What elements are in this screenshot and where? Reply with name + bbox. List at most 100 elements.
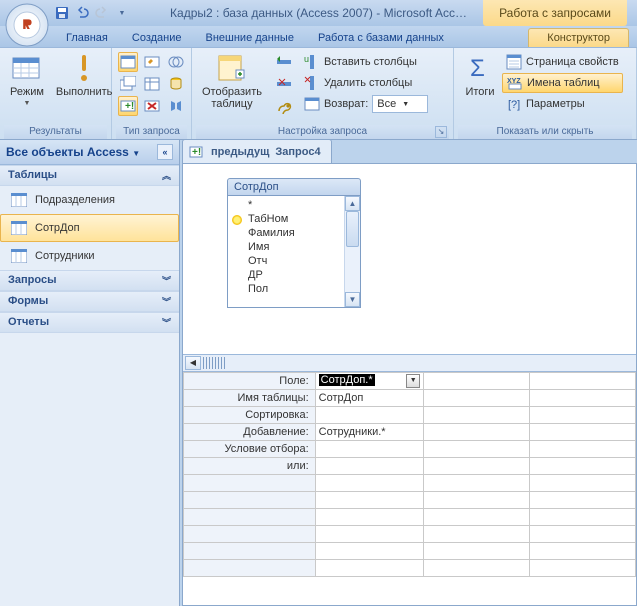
tab-design[interactable]: Конструктор [528, 28, 629, 47]
qbe-cell[interactable] [530, 424, 636, 441]
qbe-cell[interactable] [424, 424, 530, 441]
field-item[interactable]: Имя [228, 240, 344, 254]
nav-header[interactable]: Все объекты Access ▼ « [0, 140, 179, 165]
return-combo[interactable]: Все▼ [372, 95, 428, 113]
office-button[interactable] [4, 2, 50, 48]
delete-rows-icon[interactable] [274, 74, 294, 94]
delete-columns-button[interactable]: Удалить столбцы [300, 73, 432, 93]
fieldlist-title[interactable]: СотрДоп [227, 178, 361, 196]
svg-text:[?]: [?] [508, 99, 520, 111]
qbe-cell[interactable] [530, 441, 636, 458]
qbe-label-field: Поле: [184, 373, 316, 390]
ribbon-group-querytype: +! Тип запроса [112, 48, 192, 139]
qbe-cell[interactable] [530, 407, 636, 424]
field-item[interactable]: ТабНом [228, 212, 344, 226]
splitter-grip-icon[interactable] [203, 357, 225, 369]
qbe-cell[interactable] [315, 458, 424, 475]
nav-table-podrazdeleniya[interactable]: Подразделения [0, 186, 179, 214]
table-names-button[interactable]: XYZ Имена таблиц [502, 73, 623, 93]
return-icon [304, 96, 320, 112]
qbe-label-sort: Сортировка: [184, 407, 316, 424]
return-label: Возврат: [324, 98, 368, 110]
insert-rows-icon[interactable] [274, 52, 294, 72]
qbe-cell[interactable] [530, 373, 636, 390]
field-item[interactable]: Отч [228, 254, 344, 268]
scroll-up-icon[interactable]: ▲ [345, 196, 360, 211]
design-surface[interactable]: СотрДоп * ТабНом Фамилия Имя Отч ДР Пол … [182, 163, 637, 606]
qbe-cell[interactable] [424, 373, 530, 390]
insert-columns-button[interactable]: u Вставить столбцы [300, 52, 432, 72]
chevron-down-icon: ︾ [162, 316, 171, 329]
field-star[interactable]: * [228, 198, 344, 212]
nav-table-sotrudniki[interactable]: Сотрудники [0, 242, 179, 270]
nav-group-forms[interactable]: Формы︾ [0, 291, 179, 312]
parameters-button[interactable]: [?] Параметры [502, 94, 623, 114]
qbe-cell[interactable] [424, 441, 530, 458]
tab-home[interactable]: Главная [54, 29, 120, 47]
maketable-query-icon[interactable] [118, 74, 138, 94]
dropdown-icon[interactable]: ▼ [406, 374, 420, 388]
title-bar: ▼ Кадры2 : база данных (Access 2007) - M… [0, 0, 637, 26]
select-query-icon[interactable] [118, 52, 138, 72]
nav-table-sotrdop[interactable]: СотрДоп [0, 214, 179, 242]
datadef-query-icon[interactable] [166, 96, 186, 116]
ribbon-group-showhide: Σ Итоги Страница свойств XYZ Имена табли… [454, 48, 637, 139]
return-row: Возврат: Все▼ [300, 94, 432, 114]
navigation-pane: Все объекты Access ▼ « Таблицы︽ Подразде… [0, 140, 180, 606]
nav-group-reports[interactable]: Отчеты︾ [0, 312, 179, 333]
update-query-icon[interactable] [142, 52, 162, 72]
qbe-cell[interactable] [424, 458, 530, 475]
qat-redo-icon[interactable] [94, 5, 110, 21]
field-item[interactable]: Фамилия [228, 226, 344, 240]
field-item[interactable]: Пол [228, 282, 344, 296]
crosstab-query-icon[interactable] [142, 74, 162, 94]
qbe-append-cell[interactable]: Сотрудники.* [315, 424, 424, 441]
view-button[interactable]: Режим ▼ [4, 50, 50, 112]
qbe-cell[interactable] [424, 390, 530, 407]
scroll-left-icon[interactable]: ◀ [185, 356, 201, 370]
passthrough-query-icon[interactable] [166, 74, 186, 94]
property-sheet-button[interactable]: Страница свойств [502, 52, 623, 72]
totals-button[interactable]: Σ Итоги [458, 50, 502, 100]
nav-group-tables[interactable]: Таблицы︽ [0, 165, 179, 186]
ribbon: Режим ▼ Выполнить Результаты +! [0, 48, 637, 140]
table-fieldlist[interactable]: СотрДоп * ТабНом Фамилия Имя Отч ДР Пол … [227, 178, 361, 308]
run-button[interactable]: Выполнить [50, 50, 118, 100]
qbe-cell[interactable] [530, 390, 636, 407]
tab-database-tools[interactable]: Работа с базами данных [306, 29, 456, 47]
document-tab[interactable]: +! предыдущ Запрос4 [182, 139, 332, 163]
append-query-icon[interactable]: +! [118, 96, 138, 116]
group-label-results: Результаты [4, 125, 107, 139]
scroll-down-icon[interactable]: ▼ [345, 292, 360, 307]
pane-splitter[interactable]: ◀ [183, 354, 636, 372]
qat-undo-icon[interactable] [74, 5, 90, 21]
field-item[interactable]: ДР [228, 268, 344, 282]
qbe-table-cell[interactable]: СотрДоп [315, 390, 424, 407]
qat-customize-dropdown[interactable]: ▼ [114, 5, 130, 21]
qbe-field-cell[interactable]: СотрДоп.* ▼ [315, 373, 424, 390]
qbe-cell[interactable] [315, 407, 424, 424]
scroll-thumb[interactable] [346, 211, 359, 247]
qbe-cell[interactable] [424, 407, 530, 424]
nav-collapse-button[interactable]: « [157, 144, 173, 160]
append-query-icon: +! [189, 144, 205, 160]
qat-save-icon[interactable] [54, 5, 70, 21]
show-table-button[interactable]: Отобразить таблицу [196, 50, 268, 112]
builder-icon[interactable] [274, 96, 294, 116]
qbe-cell[interactable] [315, 441, 424, 458]
qbe-grid[interactable]: Поле: СотрДоп.* ▼ Имя таблицы: СотрДоп [183, 372, 636, 605]
nav-group-queries[interactable]: Запросы︾ [0, 270, 179, 291]
fieldlist-scrollbar[interactable]: ▲ ▼ [344, 196, 360, 307]
window-title: Кадры2 : база данных (Access 2007) - Mic… [170, 6, 467, 20]
fieldlist-body[interactable]: * ТабНом Фамилия Имя Отч ДР Пол [228, 196, 344, 307]
qbe-cell[interactable] [530, 458, 636, 475]
dialog-launcher-icon[interactable]: ↘ [435, 126, 447, 138]
qbe-label-or: или: [184, 458, 316, 475]
tab-create[interactable]: Создание [120, 29, 194, 47]
delete-query-icon[interactable] [142, 96, 162, 116]
tab-external-data[interactable]: Внешние данные [194, 29, 306, 47]
qbe-label-append: Добавление: [184, 424, 316, 441]
ribbon-group-results: Режим ▼ Выполнить Результаты [0, 48, 112, 139]
svg-text:+!: +! [125, 101, 134, 112]
union-query-icon[interactable] [166, 52, 186, 72]
